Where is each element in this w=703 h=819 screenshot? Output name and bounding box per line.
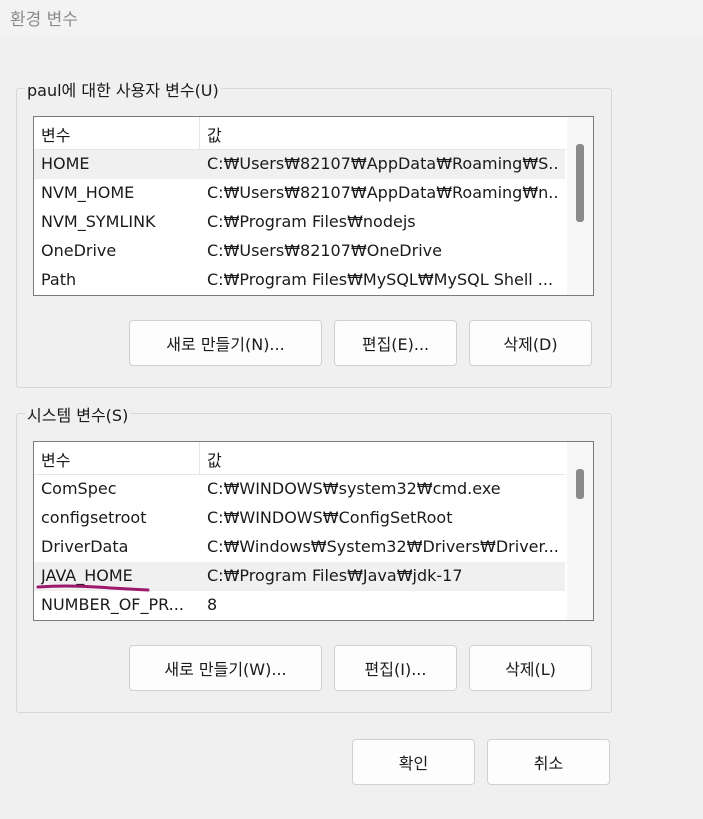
system-new-button[interactable]: 새로 만들기(W)... [129, 645, 322, 691]
cancel-button[interactable]: 취소 [487, 739, 610, 785]
system-variables-label: 시스템 변수(S) [25, 402, 131, 426]
user-delete-button[interactable]: 삭제(D) [469, 320, 592, 366]
table-row[interactable]: configsetroot C:₩WINDOWS₩ConfigSetRoot [34, 504, 565, 533]
variable-value: C:₩WINDOWS₩system32₩cmd.exe [207, 479, 501, 498]
table-row[interactable]: Path C:₩Program Files₩MySQL₩MySQL Shell … [34, 266, 565, 295]
table-row[interactable]: ComSpec C:₩WINDOWS₩system32₩cmd.exe [34, 475, 565, 504]
variable-name: HOME [41, 154, 90, 173]
variable-value: C:₩Users₩82107₩AppData₩Roaming₩n... [207, 183, 559, 202]
variable-name: NVM_HOME [41, 183, 135, 202]
system-variables-list[interactable]: 변수 값 ComSpec C:₩WINDOWS₩system32₩cmd.exe… [33, 441, 594, 621]
table-row[interactable]: HOME C:₩Users₩82107₩AppData₩Roaming₩S... [34, 150, 565, 179]
variable-value: C:₩Users₩82107₩AppData₩Roaming₩S... [207, 154, 559, 173]
column-header-variable[interactable]: 변수 [41, 122, 70, 146]
system-edit-button[interactable]: 편집(I)... [334, 645, 457, 691]
list-header: 변수 값 [34, 442, 566, 475]
column-divider[interactable] [199, 442, 200, 474]
variable-name: NUMBER_OF_PR... [41, 595, 184, 614]
variable-value: C:₩Program Files₩MySQL₩MySQL Shell ... [207, 270, 554, 289]
variable-name: ComSpec [41, 479, 117, 498]
column-header-value[interactable]: 값 [207, 447, 222, 471]
ok-button[interactable]: 확인 [352, 739, 475, 785]
variable-value: 8 [207, 595, 218, 614]
user-variables-group: paul에 대한 사용자 변수(U) 변수 값 HOME C:₩Users₩82… [16, 77, 612, 388]
variable-value: C:₩Windows₩System32₩Drivers₩Driver... [207, 537, 559, 556]
table-row[interactable]: NUMBER_OF_PR... 8 [34, 591, 565, 620]
variable-name: Path [41, 270, 77, 289]
column-header-value[interactable]: 값 [207, 122, 222, 146]
variable-name: configsetroot [41, 508, 147, 527]
table-row[interactable]: NVM_SYMLINK C:₩Program Files₩nodejs [34, 208, 565, 237]
user-variables-label: paul에 대한 사용자 변수(U) [25, 77, 221, 101]
column-header-variable[interactable]: 변수 [41, 447, 70, 471]
list-header: 변수 값 [34, 117, 566, 150]
user-edit-button[interactable]: 편집(E)... [334, 320, 457, 366]
column-divider[interactable] [199, 117, 200, 149]
title-bar: 환경 변수 [0, 0, 703, 36]
variable-value: C:₩Program Files₩nodejs [207, 212, 416, 231]
variable-name: OneDrive [41, 241, 117, 260]
scrollbar-thumb[interactable] [576, 469, 584, 499]
variable-value: C:₩Users₩82107₩OneDrive [207, 241, 442, 260]
scrollbar-thumb[interactable] [576, 144, 584, 222]
highlight-underline [36, 584, 150, 592]
vertical-scrollbar[interactable] [567, 117, 593, 295]
vertical-scrollbar[interactable] [567, 442, 593, 620]
table-row[interactable]: NVM_HOME C:₩Users₩82107₩AppData₩Roaming₩… [34, 179, 565, 208]
underline-stroke [36, 584, 150, 592]
variable-value: C:₩WINDOWS₩ConfigSetRoot [207, 508, 453, 527]
user-new-button[interactable]: 새로 만들기(N)... [129, 320, 322, 366]
table-row[interactable]: DriverData C:₩Windows₩System32₩Drivers₩D… [34, 533, 565, 562]
window-title: 환경 변수 [10, 10, 78, 30]
variable-value: C:₩Program Files₩Java₩jdk-17 [207, 566, 463, 585]
system-variables-group: 시스템 변수(S) 변수 값 ComSpec C:₩WINDOWS₩system… [16, 402, 612, 713]
table-row[interactable]: OneDrive C:₩Users₩82107₩OneDrive [34, 237, 565, 266]
variable-name: NVM_SYMLINK [41, 212, 156, 231]
user-variables-list[interactable]: 변수 값 HOME C:₩Users₩82107₩AppData₩Roaming… [33, 116, 594, 296]
variable-name: DriverData [41, 537, 129, 556]
system-delete-button[interactable]: 삭제(L) [469, 645, 592, 691]
